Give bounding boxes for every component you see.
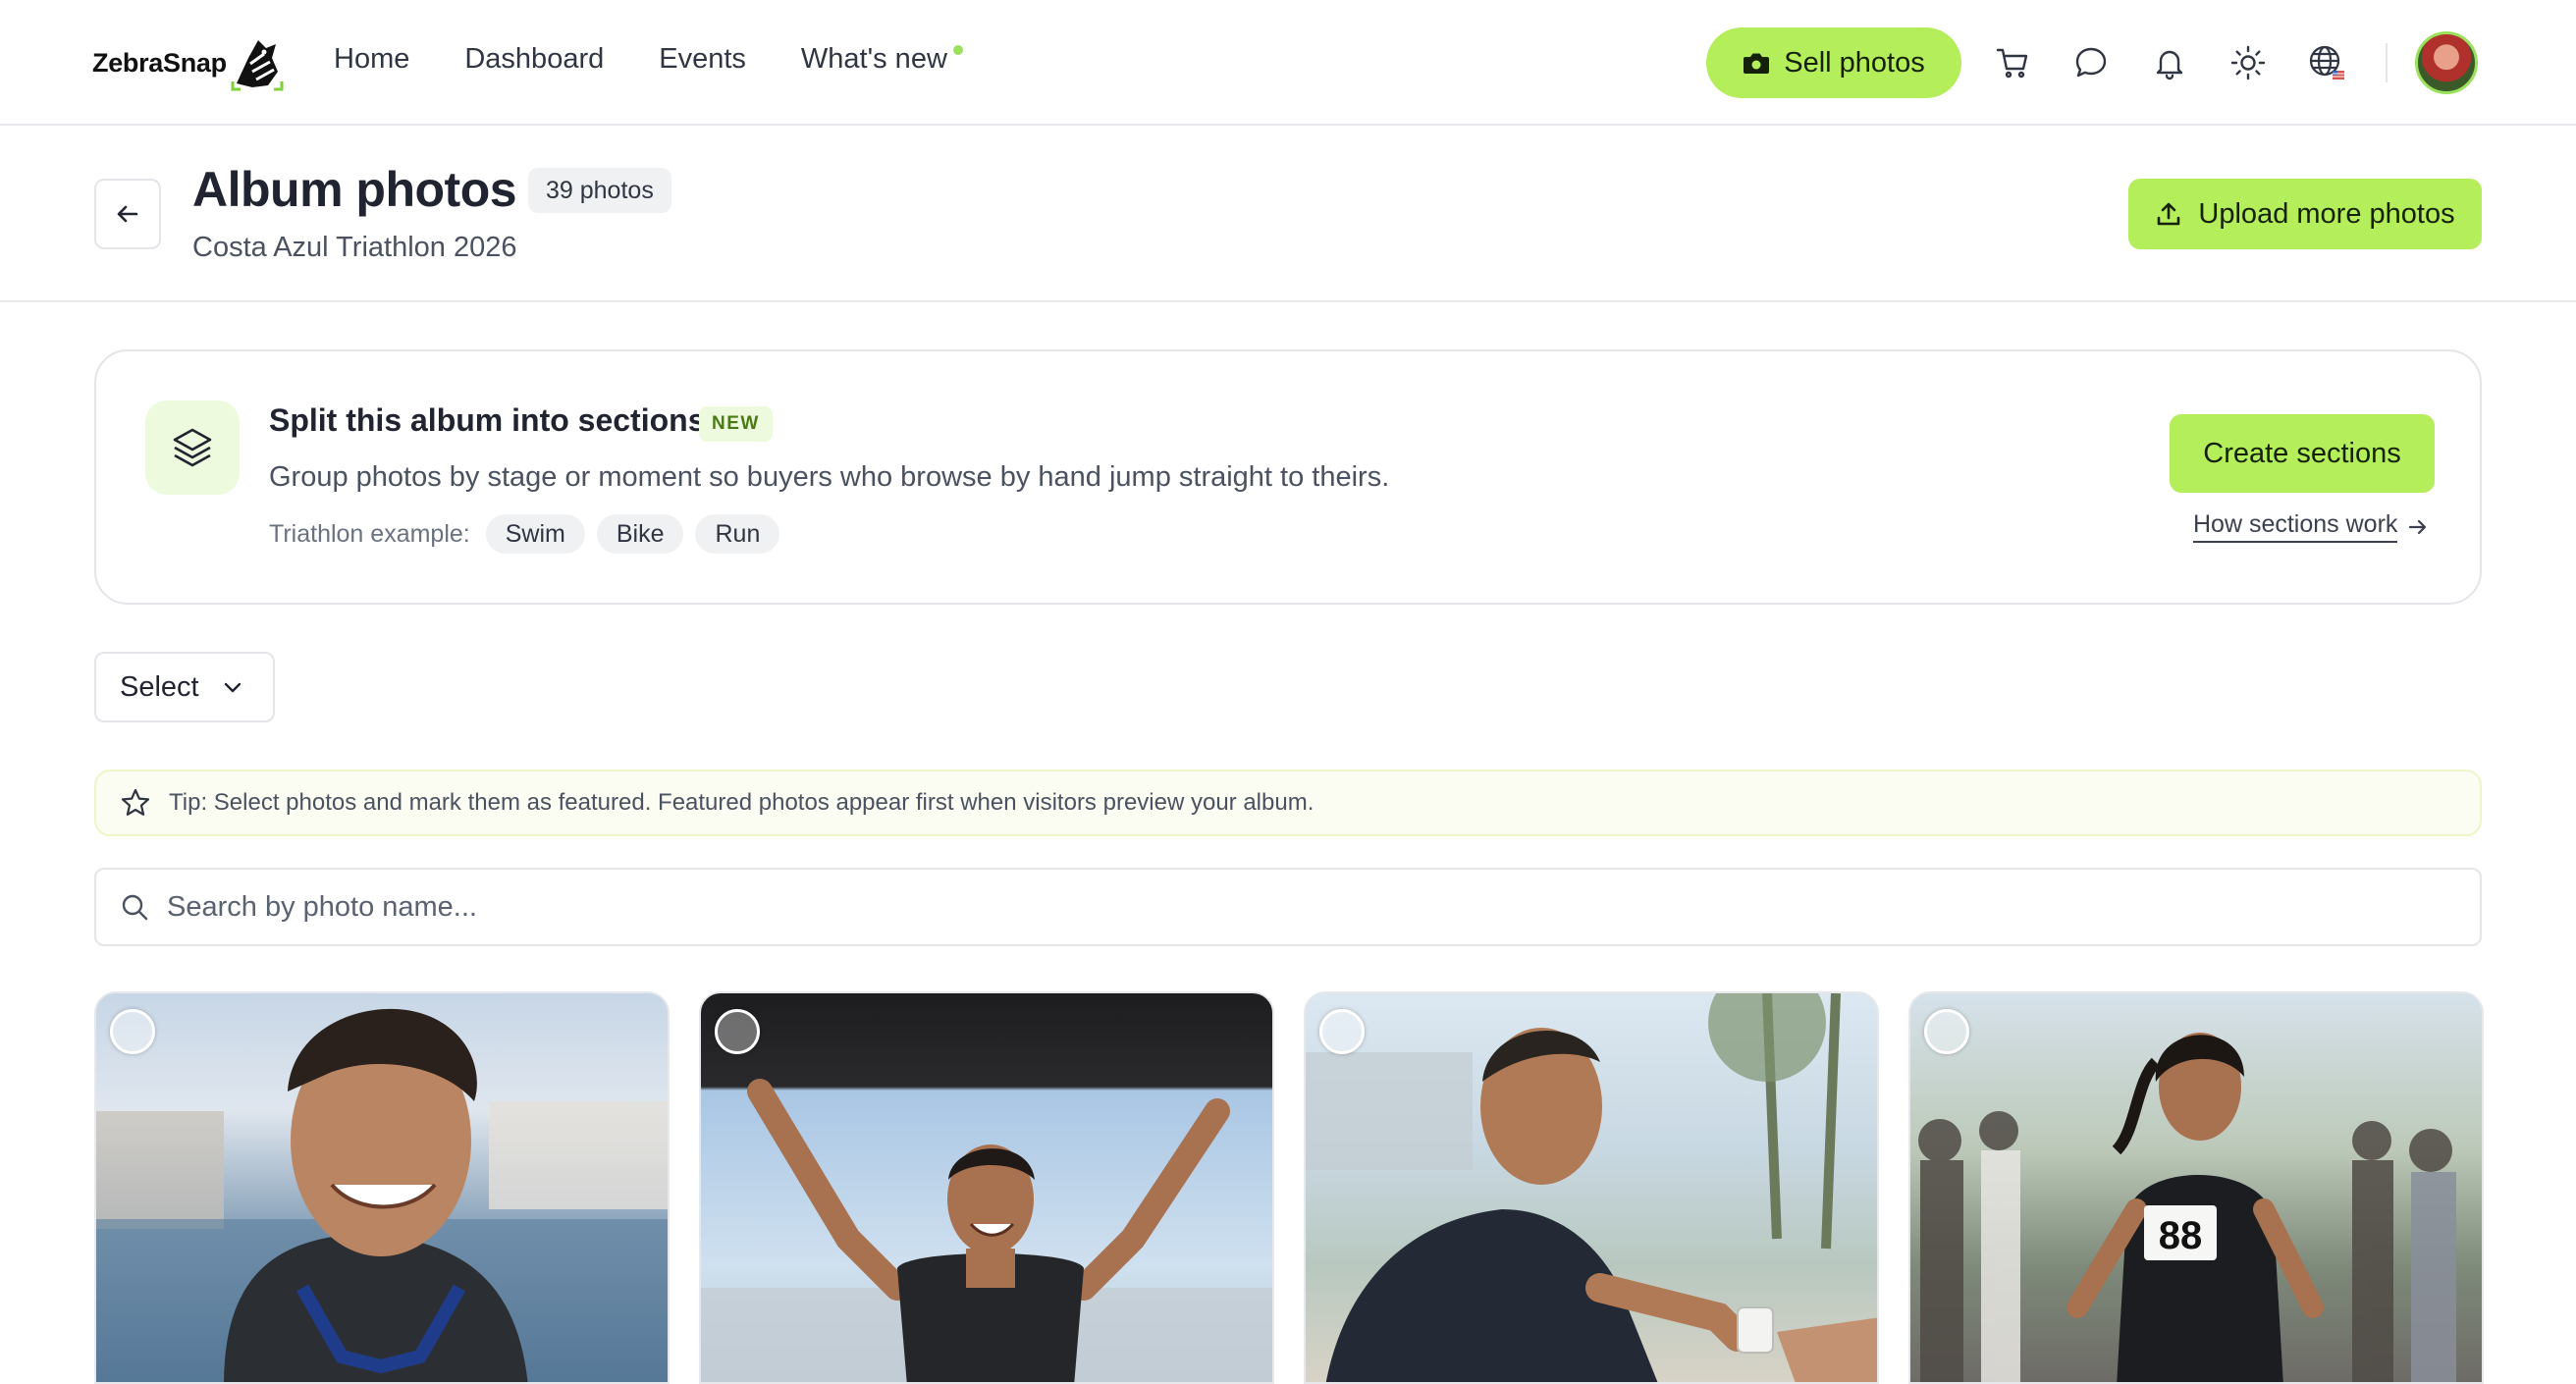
nav-whats-new[interactable]: What's new: [800, 43, 963, 76]
promo-title: Split this album into sections: [269, 402, 706, 438]
photo-select-checkbox[interactable]: [715, 1009, 760, 1054]
photo-card[interactable]: 88: [1908, 991, 2484, 1384]
user-avatar[interactable]: [2415, 31, 2478, 94]
athlete-photo: [96, 1008, 668, 1382]
upload-icon: [2158, 202, 2180, 226]
camera-icon: [1744, 53, 1770, 74]
globe-icon[interactable]: [2305, 41, 2348, 84]
section-examples: Triathlon example: Swim Bike Run: [269, 514, 780, 554]
photo-select-checkbox[interactable]: [1319, 1009, 1365, 1054]
how-sections-work-label: How sections work: [2193, 510, 2398, 543]
how-sections-work-link[interactable]: How sections work: [2193, 510, 2429, 543]
sell-photos-label: Sell photos: [1784, 46, 1925, 79]
bell-icon[interactable]: [2148, 41, 2191, 84]
photo-card[interactable]: [699, 991, 1274, 1384]
photo-card[interactable]: [94, 991, 670, 1384]
create-sections-button[interactable]: Create sections: [2170, 414, 2435, 493]
upload-more-photos-label: Upload more photos: [2198, 197, 2455, 230]
chevron-down-icon: [224, 682, 241, 693]
new-indicator-dot: [952, 45, 963, 55]
athlete-photo: [701, 1079, 1272, 1382]
search-icon: [122, 894, 148, 921]
sun-icon[interactable]: [2227, 41, 2270, 84]
race-bib-number: 88: [2159, 1214, 2203, 1257]
cart-icon[interactable]: [1991, 41, 2034, 84]
photo-search-input[interactable]: [167, 890, 2425, 924]
nav-dashboard[interactable]: Dashboard: [464, 43, 604, 76]
header-divider: [2386, 43, 2388, 82]
album-event-name: Costa Azul Triathlon 2026: [192, 232, 517, 263]
athlete-photo: [1306, 993, 1877, 1382]
back-button[interactable]: [94, 179, 161, 249]
nav-home[interactable]: Home: [334, 43, 409, 76]
page-title: Album photos: [192, 162, 517, 217]
tip-text: Tip: Select photos and mark them as feat…: [169, 789, 1315, 816]
new-badge: NEW: [699, 406, 773, 442]
athlete-photo: 88: [1918, 1033, 2456, 1382]
arrow-left-icon: [117, 205, 138, 223]
example-chip-bike: Bike: [596, 514, 684, 554]
sections-promo-card: Split this album into sections NEW Group…: [94, 349, 2482, 605]
photo-count-badge: 39 photos: [528, 168, 671, 213]
promo-description: Group photos by stage or moment so buyer…: [269, 461, 1390, 493]
brand-name: ZebraSnap: [92, 47, 227, 78]
album-header: Album photos 39 photos Costa Azul Triath…: [0, 126, 2576, 302]
select-label: Select: [120, 670, 199, 703]
example-chip-run: Run: [695, 514, 780, 554]
example-chip-swim: Swim: [485, 514, 585, 554]
brand-logo[interactable]: ZebraSnap: [92, 31, 284, 94]
photo-select-checkbox[interactable]: [1924, 1009, 1969, 1054]
layers-icon: [145, 400, 240, 495]
photo-select-checkbox[interactable]: [110, 1009, 155, 1054]
example-label: Triathlon example:: [269, 519, 470, 548]
top-navigation: ZebraSnap Home Dashboard Events What's n…: [0, 0, 2576, 126]
sell-photos-button[interactable]: Sell photos: [1706, 27, 1961, 98]
nav-whats-new-label: What's new: [800, 43, 947, 75]
main-nav: Home Dashboard Events What's new: [334, 43, 963, 76]
star-icon: [121, 788, 150, 816]
upload-more-photos-button[interactable]: Upload more photos: [2128, 179, 2482, 249]
select-dropdown[interactable]: Select: [94, 652, 275, 722]
photo-search-bar: [94, 868, 2482, 946]
zebra-logo-icon: [231, 40, 284, 91]
chat-icon[interactable]: [2069, 41, 2113, 84]
arrow-right-icon: [2409, 519, 2427, 534]
featured-tip-banner: Tip: Select photos and mark them as feat…: [94, 770, 2482, 836]
photo-card[interactable]: [1304, 991, 1879, 1384]
nav-events[interactable]: Events: [659, 43, 746, 76]
